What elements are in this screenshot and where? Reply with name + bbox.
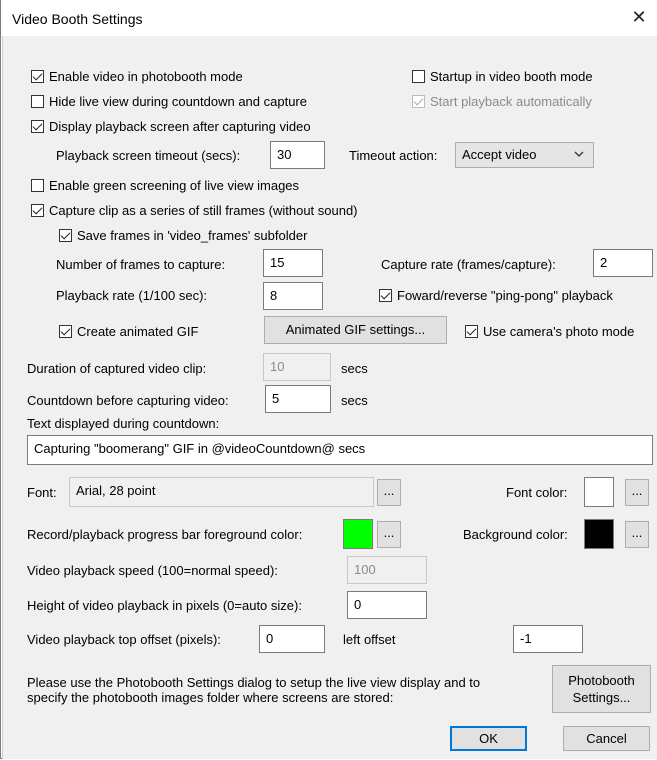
- title-bar: Video Booth Settings ✕: [1, 0, 657, 36]
- gif-settings-button[interactable]: Animated GIF settings...: [264, 316, 447, 344]
- countdown-label: Countdown before capturing video:: [27, 393, 229, 408]
- height-label: Height of video playback in pixels (0=au…: [27, 598, 302, 613]
- playback-speed-input: 100: [347, 556, 427, 584]
- hide-live-view-label[interactable]: Hide live view during countdown and capt…: [49, 94, 307, 109]
- create-gif-checkbox[interactable]: [59, 325, 72, 338]
- progress-fg-color-swatch[interactable]: [343, 519, 373, 549]
- top-offset-input[interactable]: 0: [259, 625, 325, 653]
- progress-fg-color-button[interactable]: ...: [377, 521, 401, 548]
- capture-still-frames-label[interactable]: Capture clip as a series of still frames…: [49, 203, 358, 218]
- photobooth-settings-line-2: Settings...: [572, 690, 631, 705]
- playback-timeout-label: Playback screen timeout (secs):: [56, 148, 241, 163]
- start-playback-auto-label: Start playback automatically: [430, 94, 592, 109]
- font-color-button[interactable]: ...: [625, 479, 649, 506]
- enable-video-label[interactable]: Enable video in photobooth mode: [49, 69, 243, 84]
- display-playback-screen-label[interactable]: Display playback screen after capturing …: [49, 119, 311, 134]
- font-choose-button[interactable]: ...: [377, 479, 401, 506]
- close-icon[interactable]: ✕: [628, 6, 650, 28]
- green-screen-label[interactable]: Enable green screening of live view imag…: [49, 178, 299, 193]
- duration-input: 10: [263, 353, 331, 381]
- timeout-action-select[interactable]: Accept video: [455, 142, 594, 168]
- progress-fg-label: Record/playback progress bar foreground …: [27, 527, 303, 542]
- playback-speed-label: Video playback speed (100=normal speed):: [27, 563, 278, 578]
- save-frames-label[interactable]: Save frames in 'video_frames' subfolder: [77, 228, 307, 243]
- font-label: Font:: [27, 485, 57, 500]
- height-input[interactable]: 0: [347, 591, 427, 619]
- duration-unit: secs: [341, 361, 368, 376]
- create-gif-label[interactable]: Create animated GIF: [77, 324, 198, 339]
- countdown-unit: secs: [341, 393, 368, 408]
- countdown-text-input[interactable]: Capturing "boomerang" GIF in @videoCount…: [27, 435, 653, 465]
- timeout-action-value: Accept video: [462, 147, 537, 162]
- startup-video-booth-label[interactable]: Startup in video booth mode: [430, 69, 593, 84]
- use-camera-photo-mode-label[interactable]: Use camera's photo mode: [483, 324, 634, 339]
- font-color-swatch[interactable]: [584, 477, 614, 507]
- chevron-down-icon: [574, 151, 584, 157]
- background-color-button[interactable]: ...: [625, 521, 649, 548]
- ping-pong-label[interactable]: Foward/reverse "ping-pong" playback: [397, 288, 613, 303]
- duration-label: Duration of captured video clip:: [27, 361, 207, 376]
- playback-rate-label: Playback rate (1/100 sec):: [56, 288, 208, 303]
- cancel-button[interactable]: Cancel: [563, 726, 650, 751]
- frames-to-capture-input[interactable]: 15: [263, 249, 323, 277]
- start-playback-auto-checkbox: [412, 95, 425, 108]
- countdown-text-label: Text displayed during countdown:: [27, 416, 220, 431]
- photobooth-settings-button[interactable]: Photobooth Settings...: [552, 665, 651, 713]
- window-title: Video Booth Settings: [12, 11, 143, 27]
- video-booth-settings-dialog: Video Booth Settings ✕ Enable video in p…: [0, 0, 657, 759]
- info-line-1: Please use the Photobooth Settings dialo…: [27, 675, 481, 690]
- use-camera-photo-mode-checkbox[interactable]: [465, 325, 478, 338]
- top-offset-label: Video playback top offset (pixels):: [27, 632, 221, 647]
- info-line-2: specify the photobooth images folder whe…: [27, 690, 394, 705]
- dialog-body: Enable video in photobooth mode Startup …: [2, 36, 657, 759]
- enable-video-checkbox[interactable]: [31, 70, 44, 83]
- countdown-input[interactable]: 5: [265, 385, 331, 413]
- capture-still-frames-checkbox[interactable]: [31, 204, 44, 217]
- hide-live-view-checkbox[interactable]: [31, 95, 44, 108]
- background-color-label: Background color:: [463, 527, 568, 542]
- left-offset-input[interactable]: -1: [513, 625, 583, 653]
- startup-video-booth-checkbox[interactable]: [412, 70, 425, 83]
- photobooth-settings-line-1: Photobooth: [568, 673, 635, 688]
- timeout-action-label: Timeout action:: [349, 148, 438, 163]
- font-display: Arial, 28 point: [69, 477, 374, 507]
- frames-to-capture-label: Number of frames to capture:: [56, 257, 226, 272]
- capture-rate-input[interactable]: 2: [593, 249, 653, 277]
- left-offset-label: left offset: [343, 632, 396, 647]
- save-frames-checkbox[interactable]: [59, 229, 72, 242]
- ok-button[interactable]: OK: [450, 726, 527, 751]
- font-color-label: Font color:: [506, 485, 568, 500]
- capture-rate-label: Capture rate (frames/capture):: [381, 257, 556, 272]
- display-playback-screen-checkbox[interactable]: [31, 120, 44, 133]
- background-color-swatch[interactable]: [584, 519, 614, 549]
- green-screen-checkbox[interactable]: [31, 179, 44, 192]
- playback-timeout-input[interactable]: 30: [270, 141, 325, 169]
- playback-rate-input[interactable]: 8: [263, 282, 323, 310]
- ping-pong-checkbox[interactable]: [379, 289, 392, 302]
